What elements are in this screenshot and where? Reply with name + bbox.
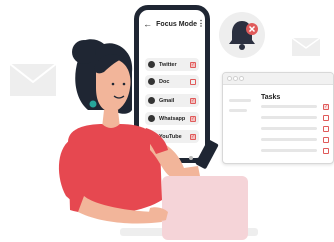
hand-overlay: [148, 207, 168, 221]
hand: [148, 207, 168, 221]
